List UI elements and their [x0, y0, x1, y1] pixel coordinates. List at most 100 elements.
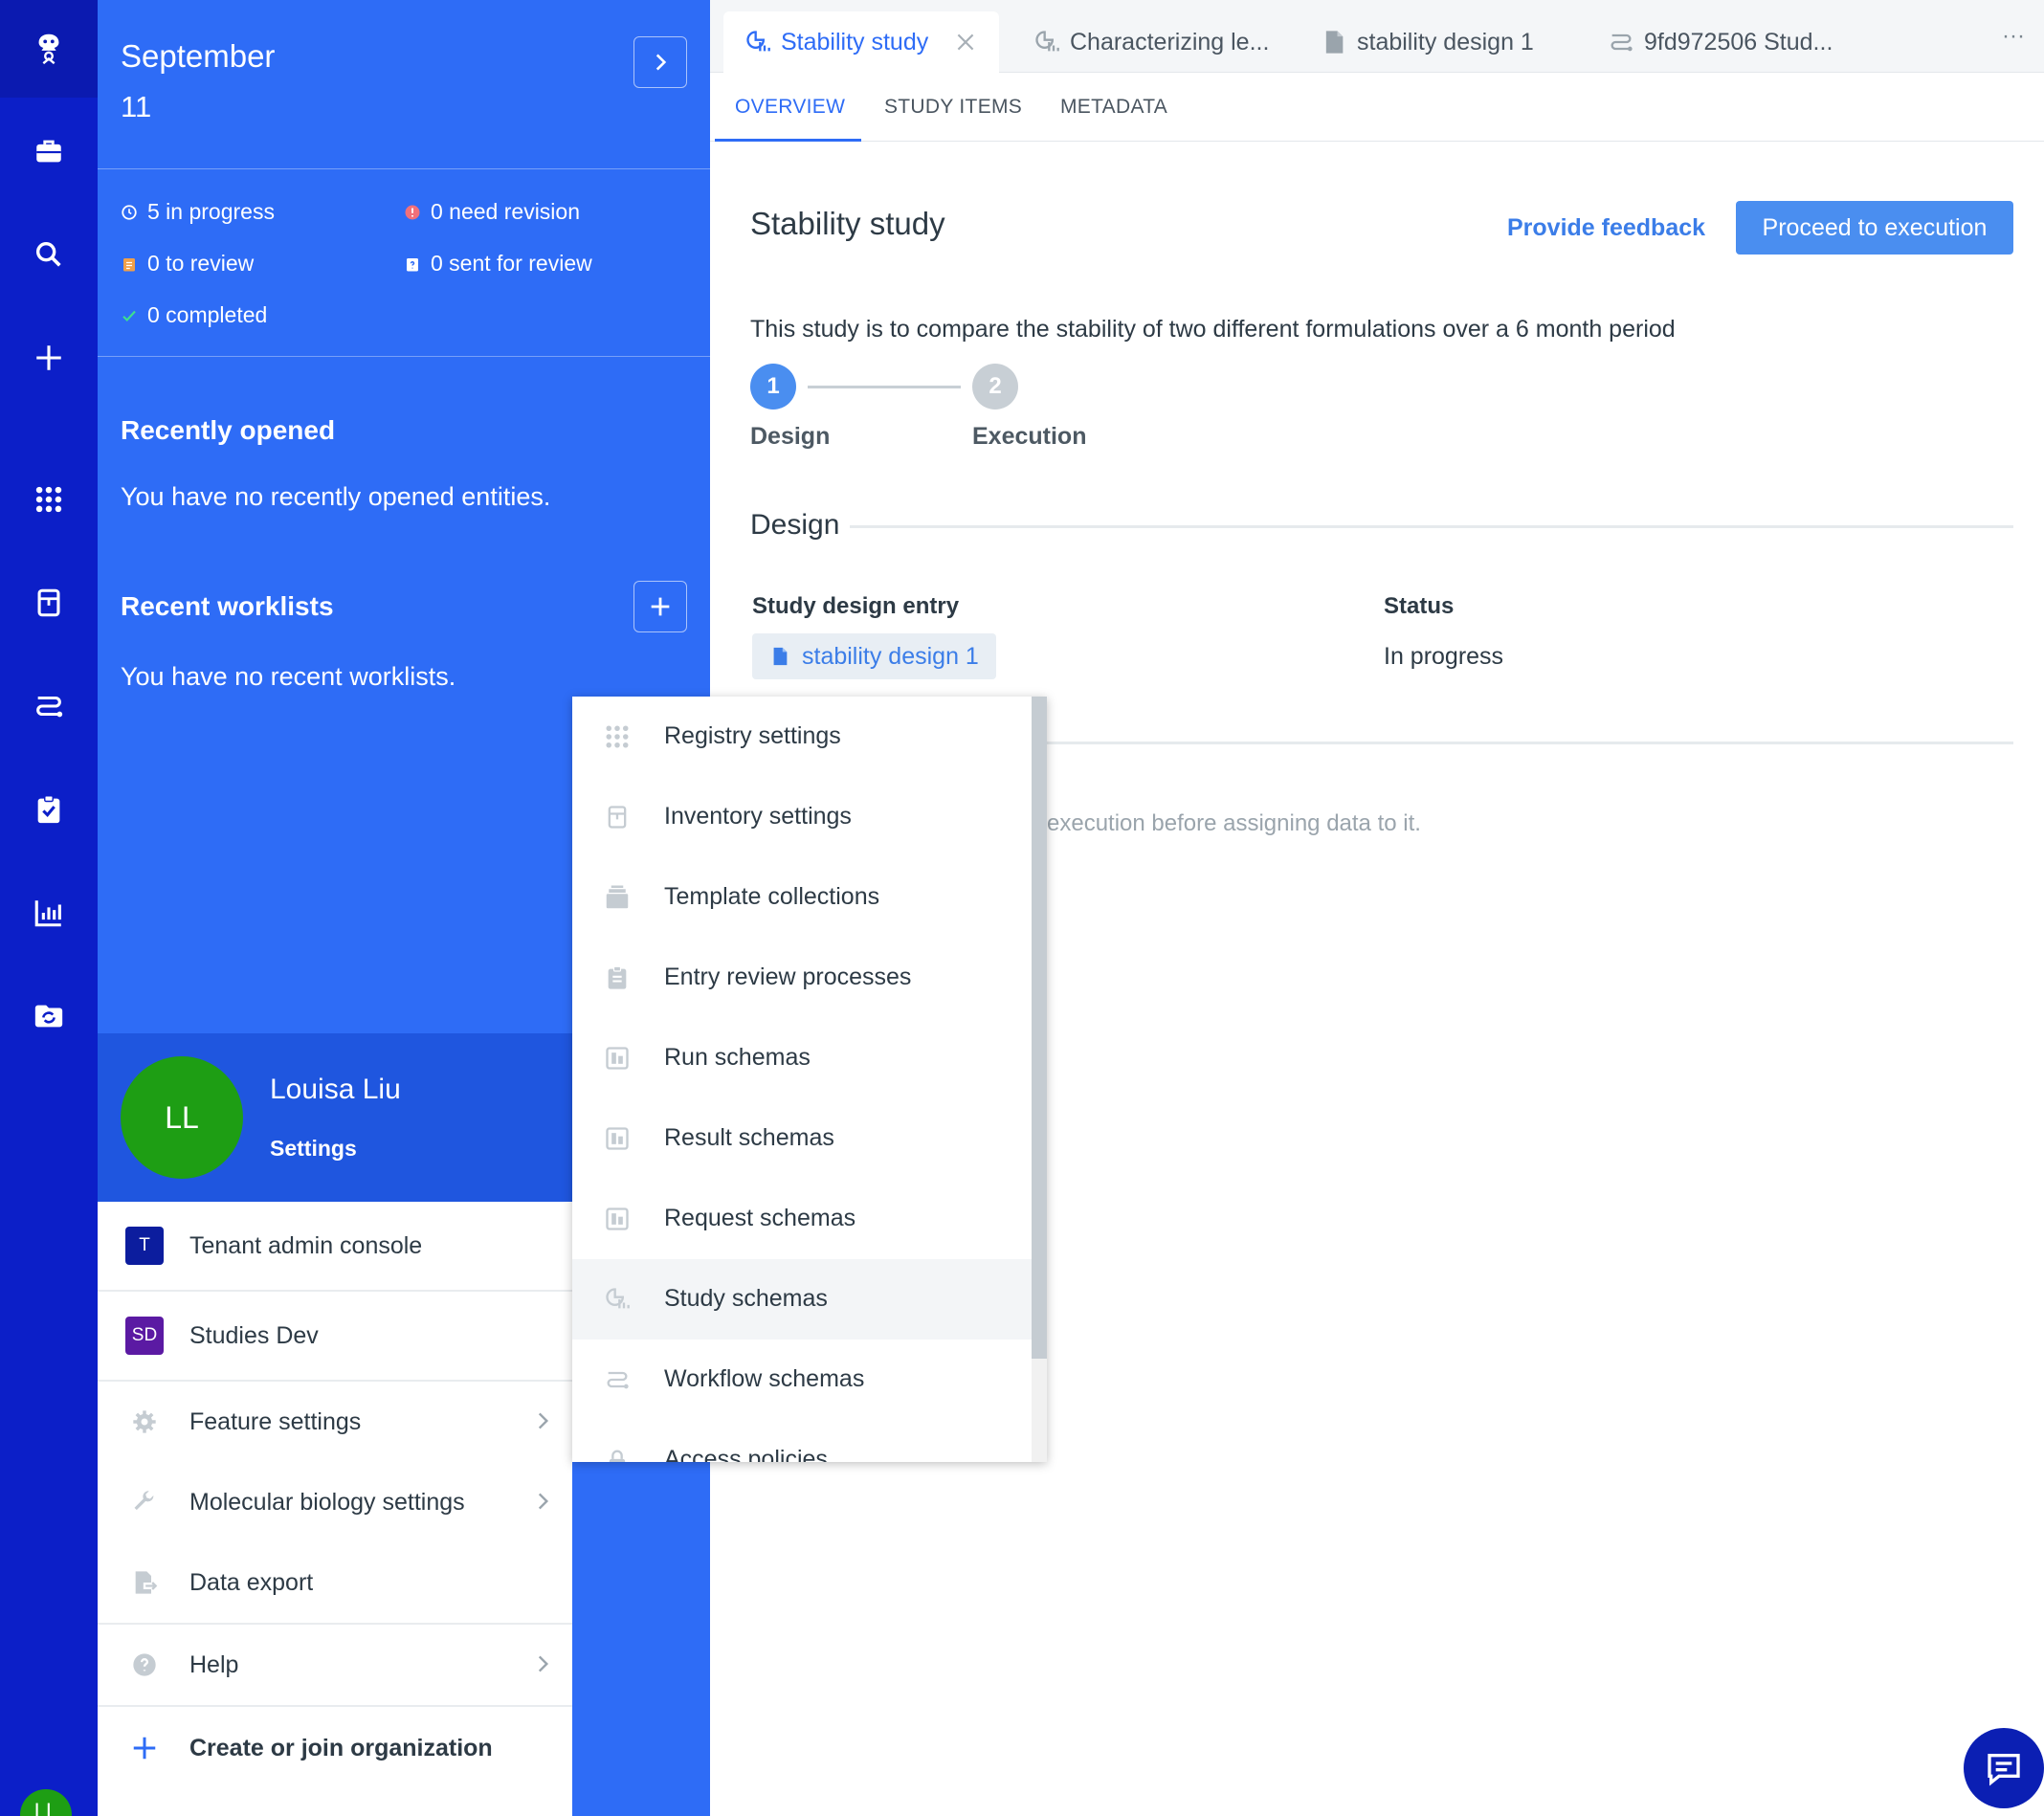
clipboard-question-icon	[407, 257, 418, 271]
registry-settings-item[interactable]: Registry settings	[572, 697, 1032, 777]
alert-circle-icon	[405, 205, 420, 219]
clipboard-icon	[601, 962, 633, 994]
inventory-settings-item[interactable]: Inventory settings	[572, 777, 1032, 857]
tenant-admin-console-label: Tenant admin console	[189, 1232, 423, 1259]
settings-link[interactable]: Settings	[270, 1136, 357, 1162]
create-join-organization-item[interactable]: Create or join organization	[98, 1707, 572, 1789]
workflow-schemas-item[interactable]: Workflow schemas	[572, 1340, 1032, 1420]
workflow-icon	[601, 1363, 633, 1396]
subtab-metadata[interactable]: METADATA	[1060, 96, 1167, 119]
divider	[1047, 742, 2013, 744]
tab-label: stability design 1	[1357, 28, 1534, 55]
stat-to-review[interactable]: 0 to review	[121, 251, 254, 277]
step-2-label: Execution	[972, 423, 1087, 450]
inventory-icon	[37, 588, 60, 617]
study-icon	[746, 31, 770, 52]
home-logo-button[interactable]	[0, 0, 98, 98]
provide-feedback-link[interactable]: Provide feedback	[1507, 214, 1705, 242]
schema-icon	[601, 1042, 633, 1074]
submenu-label: Request schemas	[664, 1205, 856, 1231]
feature-settings-item[interactable]: Feature settings	[98, 1382, 572, 1462]
submenu-label: Inventory settings	[664, 803, 852, 830]
user-menu: T Tenant admin console SD Studies Dev Fe…	[98, 1202, 572, 1816]
tenant-badge: T	[124, 1226, 165, 1266]
study-design-entry-value: stability design 1	[802, 642, 979, 670]
projects-button[interactable]	[0, 122, 98, 180]
gear-icon	[124, 1402, 165, 1442]
submenu-scrollbar-thumb[interactable]	[1032, 697, 1047, 1359]
tab-stability-study[interactable]: Stability study	[723, 11, 1000, 73]
recent-worklists-title: Recent worklists	[121, 591, 334, 621]
checkmark-icon	[122, 310, 136, 321]
chevron-right-icon	[538, 1412, 549, 1429]
status-label: Status	[1384, 593, 1455, 619]
help-item[interactable]: Help	[98, 1625, 572, 1705]
study-icon	[601, 1283, 633, 1316]
search-icon	[35, 241, 61, 267]
chat-support-button[interactable]	[1964, 1728, 2044, 1808]
request-schemas-item[interactable]: Request schemas	[572, 1179, 1032, 1259]
study-schemas-item[interactable]: Study schemas	[572, 1259, 1032, 1340]
stat-sent-for-review[interactable]: 0 sent for review	[404, 251, 592, 277]
study-design-entry-link[interactable]: stability design 1	[752, 633, 996, 679]
inventory-icon	[601, 801, 633, 833]
tenant-admin-console-item[interactable]: T Tenant admin console	[98, 1202, 572, 1290]
stat-in-progress[interactable]: 5 in progress	[121, 199, 275, 225]
create-join-organization-label: Create or join organization	[189, 1735, 493, 1761]
chevron-right-icon	[538, 1493, 549, 1510]
submenu-label: Template collections	[664, 883, 880, 910]
requests-button[interactable]	[0, 781, 98, 838]
proceed-to-execution-button[interactable]: Proceed to execution	[1736, 201, 2013, 255]
stat-to-review-label: 0 to review	[147, 251, 255, 276]
divider	[850, 525, 2013, 528]
divider	[98, 356, 710, 357]
inventory-button[interactable]	[0, 574, 98, 631]
stat-need-revision[interactable]: 0 need revision	[404, 199, 580, 225]
subtab-overview[interactable]: OVERVIEW	[735, 96, 845, 119]
expand-panel-button[interactable]	[633, 36, 687, 88]
tab-label: Stability study	[781, 28, 929, 55]
close-icon[interactable]	[953, 30, 978, 55]
help-label: Help	[189, 1651, 239, 1678]
chevron-right-icon	[655, 54, 667, 71]
search-button[interactable]	[0, 226, 98, 283]
create-button[interactable]	[0, 329, 98, 387]
result-schemas-item[interactable]: Result schemas	[572, 1098, 1032, 1179]
status-value: In progress	[1384, 643, 1504, 670]
insights-button[interactable]	[0, 884, 98, 941]
studies-dev-item[interactable]: SD Studies Dev	[98, 1292, 572, 1380]
add-worklist-button[interactable]	[633, 581, 687, 632]
molecular-biology-settings-item[interactable]: Molecular biology settings	[98, 1462, 572, 1542]
run-schemas-item[interactable]: Run schemas	[572, 1018, 1032, 1098]
tab-workflow[interactable]: 9fd972506 Stud...	[1608, 11, 1833, 73]
entry-review-processes-item[interactable]: Entry review processes	[572, 938, 1032, 1018]
tenant-badge-text: T	[125, 1227, 164, 1265]
tab-stability-design[interactable]: stability design 1	[1321, 11, 1534, 73]
data-export-item[interactable]: Data export	[98, 1542, 572, 1623]
stat-need-revision-label: 0 need revision	[431, 199, 580, 224]
apps-button[interactable]	[0, 471, 98, 528]
document-icon	[1325, 31, 1344, 54]
tab-characterizing[interactable]: Characterizing le...	[1033, 11, 1269, 73]
apps-grid-icon	[35, 486, 62, 513]
workflows-button[interactable]	[0, 677, 98, 735]
submenu-label: Workflow schemas	[664, 1365, 865, 1392]
template-collections-item[interactable]: Template collections	[572, 857, 1032, 938]
sync-button[interactable]	[0, 987, 98, 1045]
submenu-label: Entry review processes	[664, 963, 912, 990]
briefcase-icon	[36, 140, 61, 163]
study-design-entry-label: Study design entry	[752, 593, 960, 619]
folder-sync-icon	[34, 1005, 63, 1028]
submenu-label: Run schemas	[664, 1044, 811, 1071]
subtab-study-items[interactable]: STUDY ITEMS	[884, 96, 1022, 119]
stat-completed[interactable]: 0 completed	[121, 302, 267, 328]
user-name: Louisa Liu	[270, 1074, 401, 1105]
chevron-right-icon	[538, 1655, 549, 1672]
org-badge: SD	[124, 1316, 165, 1356]
access-policies-item[interactable]: Access policies	[572, 1420, 1032, 1462]
calendar-day: 11	[121, 90, 152, 123]
more-tabs-button[interactable]: ···	[2002, 6, 2025, 67]
stat-sent-for-review-label: 0 sent for review	[431, 251, 592, 276]
lock-icon	[601, 1444, 633, 1462]
recently-opened-empty: You have no recently opened entities.	[121, 482, 551, 511]
